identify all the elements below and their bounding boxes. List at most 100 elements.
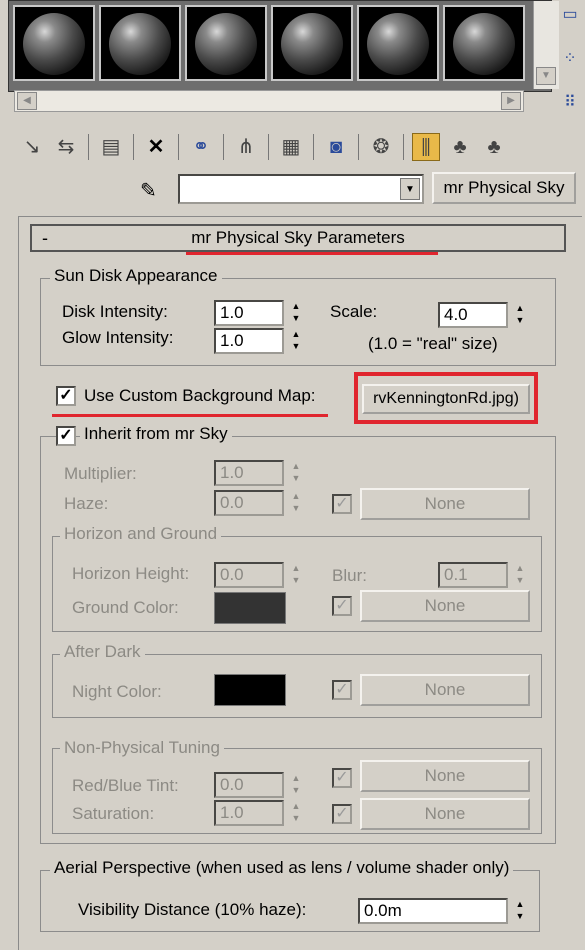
backlight-icon[interactable]: ⁘ [556,48,584,76]
toolbar-separator [223,134,224,160]
multiplier-label: Multiplier: [64,464,137,483]
disk-intensity-label: Disk Intensity: [62,302,168,321]
multiplier-field[interactable]: 1.0 [214,460,284,486]
go-forward-icon[interactable]: ♣ [446,133,474,161]
delete-icon[interactable]: ✕ [142,133,170,161]
material-slot[interactable] [357,5,439,81]
scale-note: (1.0 = "real" size) [368,334,498,353]
scale-field[interactable]: 4.0 [438,302,508,328]
saturation-field[interactable]: 1.0 [214,800,284,826]
inherit-from-mr-sky-checkbox[interactable]: ✓ [56,426,76,446]
scroll-down-icon[interactable]: ▼ [536,67,556,85]
background-map-button[interactable]: rvKenningtonRd.jpg) [362,384,530,414]
put-to-library-icon[interactable]: ⋔ [232,133,260,161]
material-slot[interactable] [13,5,95,81]
saturation-map-checkbox[interactable]: ✓ [332,804,352,824]
spinner-icon[interactable]: ▲ ▼ [288,300,304,326]
sample-sphere [453,13,515,75]
scroll-right-icon[interactable]: ▶ [501,92,521,110]
go-sibling-icon[interactable]: ♣ [480,133,508,161]
spinner-icon[interactable]: ▲ ▼ [288,460,304,486]
blur-label: Blur: [332,566,367,585]
use-custom-background-checkbox[interactable]: ✓ [56,386,76,406]
material-slot[interactable] [185,5,267,81]
chevron-down-icon[interactable]: ▼ [400,178,420,200]
scale-label: Scale: [330,302,378,321]
visibility-distance-label: Visibility Distance (10% haze): [78,900,307,919]
material-editor-toolbar: ↘ ⇆ ▤ ✕ ⚭ ⋔ ▦ ◙ ❂ ⫼ ♣ ♣ [18,130,508,164]
sample-sphere [367,13,429,75]
saturation-map-button[interactable]: None [360,798,530,830]
ground-map-button[interactable]: None [360,590,530,622]
toolbar-separator [88,134,89,160]
highlight-box: rvKenningtonRd.jpg) [354,372,538,424]
sample-sphere [281,13,343,75]
sample-sphere [109,13,171,75]
show-end-result-icon[interactable]: ❂ [367,133,395,161]
spinner-icon[interactable]: ▲ ▼ [288,800,304,826]
haze-field[interactable]: 0.0 [214,490,284,516]
side-toolbar: ▭ ⁘ ⠿ [556,4,584,136]
show-map-icon[interactable]: ◙ [322,133,350,161]
spinner-icon[interactable]: ▲ ▼ [512,302,528,328]
spinner-icon[interactable]: ▲ ▼ [288,328,304,354]
group-label: Horizon and Ground [60,524,222,544]
material-slot[interactable] [443,5,525,81]
ground-map-checkbox[interactable]: ✓ [332,596,352,616]
red-blue-tint-field[interactable]: 0.0 [214,772,284,798]
material-name-field[interactable]: ▼ [178,174,424,204]
use-custom-background-label: Use Custom Background Map: [84,386,316,405]
options-icon[interactable]: ⠿ [556,92,584,120]
group-label: After Dark [60,642,145,662]
highlight-underline [52,414,328,417]
material-slots: ▼ [8,0,559,92]
toolbar-separator [178,134,179,160]
toolbar-separator [133,134,134,160]
haze-map-checkbox[interactable]: ✓ [332,494,352,514]
glow-intensity-label: Glow Intensity: [62,328,174,347]
visibility-distance-field[interactable]: 0.0m [358,898,508,924]
disk-intensity-field[interactable]: 1.0 [214,300,284,326]
blur-field[interactable]: 0.1 [438,562,508,588]
go-to-parent-icon[interactable]: ⫼ [412,133,440,161]
group-label: Aerial Perspective (when used as lens / … [50,858,514,878]
tint-map-checkbox[interactable]: ✓ [332,768,352,788]
toolbar-separator [358,134,359,160]
haze-label: Haze: [64,494,109,513]
horizon-height-field[interactable]: 0.0 [214,562,284,588]
spinner-icon[interactable]: ▲ ▼ [288,490,304,516]
make-unique-icon[interactable]: ⚭ [187,133,215,161]
highlight-underline [186,252,438,255]
saturation-label: Saturation: [72,804,155,823]
night-color-swatch[interactable] [214,674,286,706]
spinner-icon[interactable]: ▲ ▼ [288,772,304,798]
slots-horizontal-scrollbar[interactable]: ◀ ▶ [14,90,524,112]
spinner-icon[interactable]: ▲ ▼ [512,562,528,588]
haze-map-button[interactable]: None [360,488,530,520]
material-id-icon[interactable]: ▦ [277,133,305,161]
material-slot[interactable] [99,5,181,81]
night-map-button[interactable]: None [360,674,530,706]
get-material-icon[interactable]: ↘ [18,133,46,161]
ground-color-label: Ground Color: [72,598,179,617]
sample-sphere [195,13,257,75]
tint-map-button[interactable]: None [360,760,530,792]
rollout-header[interactable]: - mr Physical Sky Parameters [30,224,566,252]
group-label: Sun Disk Appearance [50,266,222,286]
material-slot[interactable] [271,5,353,81]
ground-color-swatch[interactable] [214,592,286,624]
sample-sphere [23,13,85,75]
spinner-icon[interactable]: ▲ ▼ [512,898,528,924]
assign-material-icon[interactable]: ▤ [97,133,125,161]
put-to-scene-icon[interactable]: ⇆ [52,133,80,161]
sample-type-icon[interactable]: ▭ [556,4,584,32]
glow-intensity-field[interactable]: 1.0 [214,328,284,354]
scroll-left-icon[interactable]: ◀ [17,92,37,110]
material-type-button[interactable]: mr Physical Sky [432,172,576,204]
toolbar-separator [268,134,269,160]
eyedropper-icon[interactable]: ✎ [140,178,168,202]
spinner-icon[interactable]: ▲ ▼ [288,562,304,588]
night-map-checkbox[interactable]: ✓ [332,680,352,700]
night-color-label: Night Color: [72,682,162,701]
toolbar-separator [313,134,314,160]
